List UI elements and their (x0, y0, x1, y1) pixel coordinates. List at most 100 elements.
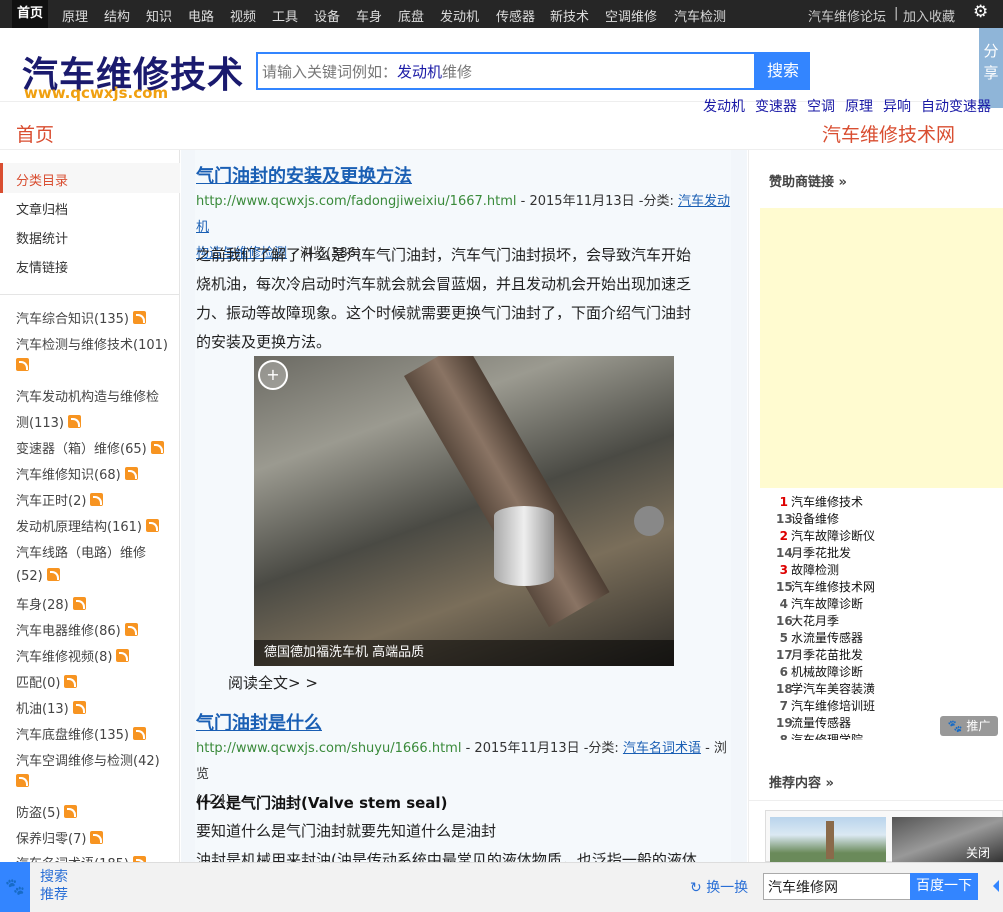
ad-rank-number: 8 (779, 733, 788, 740)
close-button[interactable]: 关闭 (966, 844, 990, 861)
nav-item-structure[interactable]: 结构 (104, 6, 130, 25)
rss-icon[interactable] (16, 774, 29, 787)
rss-icon[interactable] (72, 701, 86, 714)
category-item[interactable]: 汽车综合知识(135) (16, 308, 146, 327)
bottom-search-input[interactable]: 汽车维修网 (763, 873, 911, 900)
ad-keyword-link[interactable]: 15汽车维修技术网 (776, 578, 875, 595)
nav-item-chassis[interactable]: 底盘 (398, 6, 424, 25)
menu-item-archive[interactable]: 文章归档 (16, 199, 68, 218)
nav-item-circuit[interactable]: 电路 (188, 6, 214, 25)
category-item[interactable]: 汽车空调维修与检测(42) (16, 750, 160, 769)
recommend-divider (749, 800, 1003, 801)
post-url[interactable]: http://www.qcwxjs.com/shuyu/1666.html (196, 741, 461, 756)
nav-item-tools[interactable]: 工具 (272, 6, 298, 25)
category-item[interactable]: 匹配(0) (16, 672, 78, 691)
ad-keyword-link[interactable]: 8 汽车修理学院 (776, 731, 863, 740)
post-title[interactable]: 气门油封的安装及更换方法 (196, 162, 412, 188)
category-item-line2[interactable]: (52) (16, 568, 60, 584)
add-bookmark-link[interactable]: 加入收藏 (903, 6, 955, 25)
ad-keyword-link[interactable]: 16大花月季 (776, 612, 839, 629)
paw-icon[interactable]: 🐾 (0, 862, 30, 912)
refresh-link[interactable]: ↻ 换一换 (690, 877, 748, 897)
nav-item-principle[interactable]: 原理 (62, 6, 88, 25)
nav-item-body[interactable]: 车身 (356, 6, 382, 25)
category-item[interactable]: 汽车发动机构造与维修检 (16, 386, 159, 405)
rss-icon[interactable] (116, 649, 130, 662)
post-url[interactable]: http://www.qcwxjs.com/fadongjiweixiu/166… (196, 194, 517, 209)
nav-item-equipment[interactable]: 设备 (314, 6, 340, 25)
rss-icon[interactable] (72, 597, 86, 610)
menu-item-categories[interactable]: 分类目录 (16, 170, 68, 189)
rss-icon[interactable] (16, 358, 29, 371)
category-item[interactable]: 机油(13) (16, 698, 86, 717)
sponsor-links-heading[interactable]: 赞助商链接 » (769, 171, 847, 190)
ad-keyword-link[interactable]: 5 水流量传感器 (776, 629, 863, 646)
rss-icon[interactable] (132, 727, 146, 740)
recommend-heading[interactable]: 推荐内容 » (769, 772, 834, 791)
rss-icon[interactable] (90, 493, 104, 506)
ad-keyword-link[interactable]: 6 机械故障诊断 (776, 663, 863, 680)
ad-banner[interactable] (760, 208, 1003, 488)
ad-keyword-link[interactable]: 13设备维修 (776, 510, 839, 527)
gear-icon[interactable]: ⚙ (973, 3, 991, 21)
rss-icon[interactable] (46, 568, 60, 581)
search-input[interactable]: 请输入关键词例如：发动机维修 (256, 52, 756, 90)
category-item[interactable]: 变速器（箱）维修(65) (16, 438, 164, 457)
nav-item-video[interactable]: 视频 (230, 6, 256, 25)
category-item[interactable]: 防盗(5) (16, 802, 78, 821)
search-recommend-line-2: 推荐 (40, 887, 68, 903)
rss-icon[interactable] (90, 831, 104, 844)
ad-keyword-link[interactable]: 17月季花苗批发 (776, 646, 863, 663)
rss-icon[interactable] (64, 675, 78, 688)
category-item[interactable]: 汽车维修知识(68) (16, 464, 138, 483)
category-item[interactable]: 汽车维修视频(8) (16, 646, 130, 665)
nav-item-car-testing[interactable]: 汽车检测 (674, 6, 726, 25)
category-item[interactable]: 车身(28) (16, 594, 86, 613)
baidu-search-button[interactable]: 百度一下 (910, 873, 978, 900)
rss-icon[interactable] (150, 441, 164, 454)
ad-keyword-link[interactable]: 2 汽车故障诊断仪 (776, 527, 875, 544)
read-more-link[interactable]: 阅读全文> > (228, 672, 318, 693)
post-title[interactable]: 气门油封是什么 (196, 709, 322, 735)
rss-icon[interactable] (132, 311, 146, 324)
nav-item-engine[interactable]: 发动机 (440, 6, 479, 25)
rss-icon[interactable] (67, 415, 81, 428)
category-item[interactable]: 保养归零(7) (16, 828, 104, 847)
nav-item-home[interactable]: 首页 (12, 0, 49, 28)
image-ad-caption[interactable]: 德国德加福洗车机 高端品质 (254, 640, 674, 666)
category-item[interactable]: 汽车线路（电路）维修 (16, 542, 146, 561)
rss-icon[interactable] (145, 519, 159, 532)
category-item[interactable]: 汽车正时(2) (16, 490, 104, 509)
post-category-link[interactable]: 汽车名词术语 (623, 741, 701, 756)
nav-item-ac-repair[interactable]: 空调维修 (605, 6, 657, 25)
rss-icon[interactable] (64, 805, 78, 818)
collapse-arrow-icon[interactable] (993, 880, 999, 892)
ad-keyword-link[interactable]: 4 汽车故障诊断 (776, 595, 863, 612)
nav-item-sensor[interactable]: 传感器 (496, 6, 535, 25)
promo-button[interactable]: 🐾 推广 (940, 716, 998, 736)
menu-item-links[interactable]: 友情链接 (16, 257, 68, 276)
category-item[interactable]: 汽车电器维修(86) (16, 620, 138, 639)
menu-item-stats[interactable]: 数据统计 (16, 228, 68, 247)
breadcrumb-home[interactable]: 首页 (16, 120, 54, 147)
category-label: 汽车发动机构造与维修检 (16, 390, 160, 405)
nav-item-new-tech[interactable]: 新技术 (550, 6, 589, 25)
post-image[interactable] (254, 356, 674, 666)
category-item[interactable]: 发动机原理结构(161) (16, 516, 159, 535)
category-item[interactable]: 汽车底盘维修(135) (16, 724, 146, 743)
image-share-icon[interactable]: + (258, 360, 288, 390)
category-item-line2[interactable]: 测(113) (16, 412, 81, 431)
rss-icon[interactable] (124, 623, 138, 636)
ad-keyword-link[interactable]: 7 汽车维修培训班 (776, 697, 875, 714)
category-item[interactable]: 汽车检测与维修技术(101) (16, 334, 168, 353)
forum-link[interactable]: 汽车维修论坛 (808, 6, 886, 25)
ad-keyword-link[interactable]: 3 故障检测 (776, 561, 839, 578)
ad-keyword-link[interactable]: 18学汽车美容装潢 (776, 680, 875, 697)
ad-keyword-link[interactable]: 14月季花批发 (776, 544, 851, 561)
rss-icon[interactable] (124, 467, 138, 480)
recommend-thumbnail[interactable] (770, 817, 886, 862)
ad-keyword-link[interactable]: 1 汽车维修技术 (776, 493, 863, 510)
nav-item-knowledge[interactable]: 知识 (146, 6, 172, 25)
ad-keyword-link[interactable]: 19流量传感器 (776, 714, 851, 731)
search-button[interactable]: 搜索 (756, 52, 810, 90)
